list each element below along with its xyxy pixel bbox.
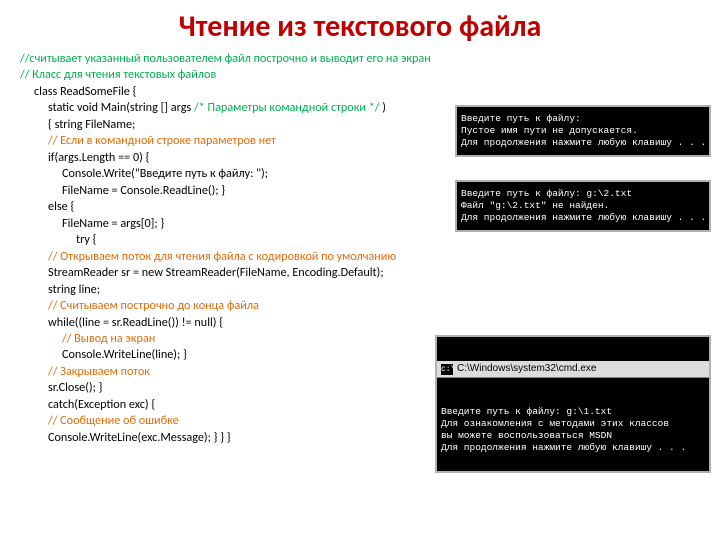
code-text: ) xyxy=(382,100,386,115)
console-body: Введите путь к файлу: g:\1.txt Для ознак… xyxy=(437,402,709,460)
console-screenshot-3: c:\ C:\Windows\system32\cmd.exe Введите … xyxy=(435,335,711,473)
comment-line: //считывает указанный пользователем файл… xyxy=(20,51,700,67)
comment-line: // Считываем построчно до конца файла xyxy=(20,298,700,314)
code-text: static void Main(string [] args xyxy=(48,100,194,115)
code-line: class ReadSomeFile { xyxy=(20,84,700,100)
comment-inline: /* Параметры командной строки */ xyxy=(194,100,382,115)
code-line: string line; xyxy=(20,282,700,298)
console-screenshot-2: Введите путь к файлу: g:\2.txt Файл "g:\… xyxy=(455,180,711,232)
comment-line: // Открываем поток для чтения файла с ко… xyxy=(20,249,700,265)
code-line: try { xyxy=(20,232,700,248)
page-title: Чтение из текстового файла xyxy=(0,0,720,45)
cmd-icon: c:\ xyxy=(441,364,453,375)
comment-line: // Класс для чтения текстовых файлов xyxy=(20,67,700,83)
code-line: while((line = sr.ReadLine()) != null) { xyxy=(20,315,700,331)
console-screenshot-1: Введите путь к файлу: Пустое имя пути не… xyxy=(455,105,711,157)
console-title-text: C:\Windows\system32\cmd.exe xyxy=(457,363,597,376)
console-titlebar: c:\ C:\Windows\system32\cmd.exe xyxy=(437,361,709,379)
code-line: StreamReader sr = new StreamReader(FileN… xyxy=(20,265,700,281)
